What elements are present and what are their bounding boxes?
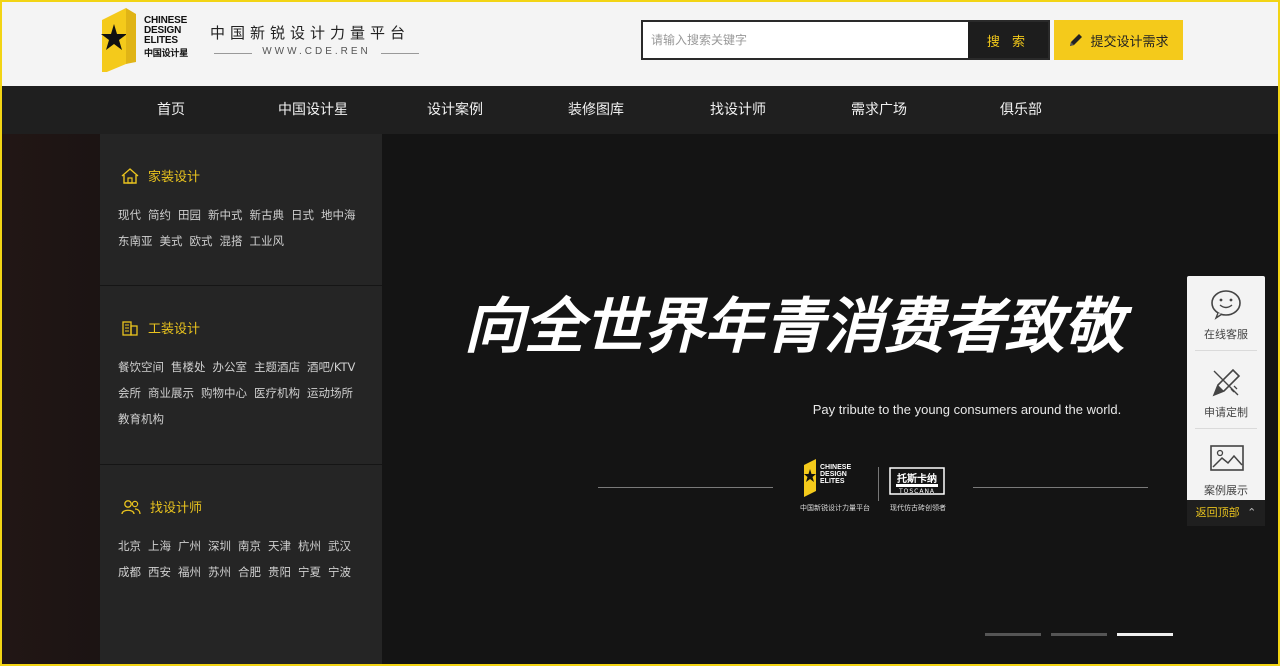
site-url: WWW.CDE.REN [214, 46, 419, 62]
search-button[interactable]: 搜 索 [968, 22, 1048, 58]
search-input[interactable] [643, 22, 968, 58]
category-link[interactable]: 混搭 [220, 233, 243, 250]
category-link[interactable]: 购物中心 [201, 385, 247, 402]
users-icon [121, 499, 141, 514]
side-apply-custom[interactable]: 申请定制 [1187, 354, 1265, 420]
category-link[interactable]: 成都 [118, 564, 141, 581]
category-link[interactable]: 欧式 [190, 233, 213, 250]
category-link[interactable]: 新古典 [250, 207, 285, 224]
category-link[interactable]: 简约 [148, 207, 171, 224]
category-link[interactable]: 北京 [118, 538, 141, 555]
site-header: CHINESE DESIGN ELITES 中国设计星 中国新锐设计力量平台 W… [2, 2, 1278, 86]
partner2-name: 托斯卡纳 [897, 474, 937, 485]
slide-dot-1[interactable] [985, 633, 1041, 636]
category-link[interactable]: 深圳 [208, 538, 231, 555]
category-link[interactable]: 上海 [148, 538, 171, 555]
side-online-service[interactable]: 在线客服 [1187, 276, 1265, 342]
star-logo-icon[interactable] [98, 6, 138, 72]
nav-decor-gallery[interactable]: 装修图库 [541, 86, 651, 134]
category-find-designer: 找设计师 北京 上海 广州 深圳 南京 天津 杭州 武汉 成都 西安 福州 苏州… [100, 465, 382, 664]
submit-request-button[interactable]: 提交设计需求 [1054, 20, 1183, 60]
slide-dot-3[interactable] [1117, 633, 1173, 636]
partner-divider [878, 467, 879, 501]
search-box: 搜 索 [641, 20, 1050, 60]
slide-dot-2[interactable] [1051, 633, 1107, 636]
category-link[interactable]: 餐饮空间 [118, 359, 164, 376]
category-link[interactable]: 杭州 [298, 538, 321, 555]
side-separator [1195, 428, 1257, 429]
category-commercial-design: 工装设计 餐饮空间 售楼处 办公室 主题酒店 酒吧/KTV 会所 商业展示 购物… [100, 286, 382, 465]
category-link[interactable]: 南京 [238, 538, 261, 555]
chevron-up-icon: ⌃ [1247, 506, 1257, 519]
category-link[interactable]: 东南亚 [118, 233, 153, 250]
side-separator [1195, 350, 1257, 351]
category-link[interactable]: 苏州 [208, 564, 231, 581]
category-title-home[interactable]: 家装设计 [120, 166, 200, 185]
category-link[interactable]: 教育机构 [118, 411, 164, 428]
category-panel: 家装设计 现代 简约 田园 新中式 新古典 日式 地中海 东南亚 美式 欧式 混… [100, 134, 382, 664]
category-link[interactable]: 田园 [178, 207, 201, 224]
nav-demand-square[interactable]: 需求广场 [824, 86, 934, 134]
side-case-showcase[interactable]: 案例展示 [1187, 432, 1265, 498]
category-link[interactable]: 售楼处 [171, 359, 206, 376]
category-link[interactable]: 武汉 [328, 538, 351, 555]
category-links-commercial: 餐饮空间 售楼处 办公室 主题酒店 酒吧/KTV 会所 商业展示 购物中心 医疗… [118, 359, 368, 428]
partner2-caption: 现代仿古砖创领者 [890, 504, 946, 512]
category-link[interactable]: 新中式 [208, 207, 243, 224]
category-link[interactable]: 酒吧/KTV [307, 359, 355, 376]
category-link[interactable]: 广州 [178, 538, 201, 555]
category-link[interactable]: 合肥 [238, 564, 261, 581]
category-link[interactable]: 福州 [178, 564, 201, 581]
category-link[interactable]: 会所 [118, 385, 141, 402]
back-to-top-button[interactable]: 返回顶部 ⌃ [1187, 500, 1265, 526]
banner-divider-left [598, 487, 773, 488]
floating-side-panel: 在线客服 申请定制 案例展示 返回顶部 ⌃ [1187, 276, 1265, 526]
category-link[interactable]: 现代 [118, 207, 141, 224]
category-link[interactable]: 运动场所 [307, 385, 353, 402]
category-link[interactable]: 地中海 [321, 207, 356, 224]
nav-design-stars[interactable]: 中国设计星 [258, 86, 368, 134]
category-links-home: 现代 简约 田园 新中式 新古典 日式 地中海 东南亚 美式 欧式 混搭 工业风 [118, 207, 368, 250]
category-title-commercial[interactable]: 工装设计 [120, 318, 200, 337]
category-link[interactable]: 天津 [268, 538, 291, 555]
nav-home[interactable]: 首页 [116, 86, 226, 134]
submit-request-label: 提交设计需求 [1090, 34, 1169, 50]
nav-design-cases[interactable]: 设计案例 [400, 86, 510, 134]
category-link[interactable]: 办公室 [213, 359, 248, 376]
nav-find-designer[interactable]: 找设计师 [683, 86, 793, 134]
image-icon [1210, 445, 1244, 471]
home-icon [121, 167, 139, 184]
category-link[interactable]: 宁夏 [298, 564, 321, 581]
design-tools-icon [1212, 368, 1241, 397]
partner2-en: TOSCANA [898, 488, 936, 495]
logo-text: CHINESE DESIGN ELITES 中国设计星 [144, 15, 189, 59]
category-link[interactable]: 医疗机构 [254, 385, 300, 402]
category-link[interactable]: 贵阳 [268, 564, 291, 581]
chat-icon [1211, 290, 1241, 320]
main-nav: 首页 中国设计星 设计案例 装修图库 找设计师 需求广场 俱乐部 [2, 86, 1278, 134]
site-slogan: 中国新锐设计力量平台 [210, 24, 411, 42]
category-title-designer[interactable]: 找设计师 [120, 497, 202, 516]
category-home-design: 家装设计 现代 简约 田园 新中式 新古典 日式 地中海 东南亚 美式 欧式 混… [100, 134, 382, 286]
svg-text:DESIGN: DESIGN [820, 471, 847, 478]
building-icon [122, 320, 138, 336]
category-link[interactable]: 工业风 [250, 233, 285, 250]
category-link[interactable]: 西安 [148, 564, 171, 581]
banner-divider-right [973, 487, 1148, 488]
category-link[interactable]: 商业展示 [148, 385, 194, 402]
category-link[interactable]: 美式 [160, 233, 183, 250]
banner-title: 向全世界年青消费者致敬 [464, 292, 1124, 362]
partner1-caption: 中国新锐设计力量平台 [800, 504, 870, 512]
category-link[interactable]: 主题酒店 [254, 359, 300, 376]
nav-club[interactable]: 俱乐部 [966, 86, 1076, 134]
category-links-designer: 北京 上海 广州 深圳 南京 天津 杭州 武汉 成都 西安 福州 苏州 合肥 贵… [118, 538, 368, 581]
category-link[interactable]: 日式 [291, 207, 314, 224]
category-link[interactable]: 宁波 [328, 564, 351, 581]
svg-text:ELITES: ELITES [820, 478, 845, 485]
banner-subtitle: Pay tribute to the young consumers aroun… [812, 402, 1122, 417]
svg-text:CHINESE: CHINESE [820, 464, 851, 471]
pencil-icon [1070, 34, 1083, 46]
